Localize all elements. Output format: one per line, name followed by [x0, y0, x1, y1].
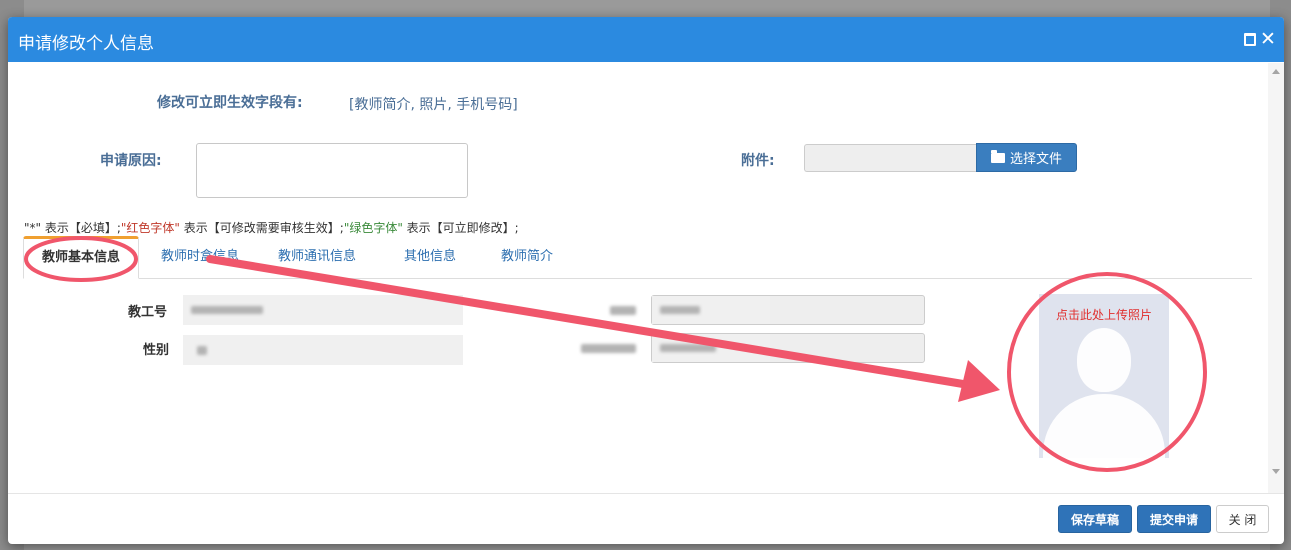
- close-button[interactable]: 关 闭: [1216, 505, 1269, 533]
- avatar-placeholder-head: [1077, 328, 1131, 392]
- photo-upload-text: 点击此处上传照片: [1055, 308, 1152, 322]
- instant-fields-label: 修改可立即生效字段有:: [157, 95, 303, 111]
- gender-value: [183, 335, 463, 365]
- gender-label: 性别: [143, 343, 170, 358]
- attachment-filename-field[interactable]: [804, 144, 976, 172]
- choose-file-button[interactable]: 选择文件: [976, 143, 1077, 172]
- photo-upload[interactable]: 点击此处上传照片: [1039, 294, 1169, 458]
- tab-other-info[interactable]: 其他信息: [392, 236, 468, 277]
- info-tabs: 教师基本信息 教师时盒信息 教师通讯信息 其他信息 教师简介: [23, 236, 1252, 279]
- submit-button[interactable]: 提交申请: [1137, 505, 1211, 533]
- obscured-label-1: [610, 306, 636, 315]
- reason-input[interactable]: [196, 143, 468, 198]
- reason-label: 申请原因:: [100, 153, 162, 169]
- legend-required: "*" 表示【必填】;: [24, 221, 121, 235]
- field-legend: "*" 表示【必填】;"红色字体" 表示【可修改需要审核生效】;"绿色字体" 表…: [24, 219, 519, 236]
- scrollbar[interactable]: [1268, 63, 1284, 493]
- choose-file-label: 选择文件: [1009, 152, 1062, 167]
- edit-info-dialog: 申请修改个人信息 ✕ 修改可立即生效字段有: [教师简介, 照片, 手机号码] …: [8, 17, 1284, 544]
- obscured-label-2: [581, 344, 636, 353]
- tab-profile[interactable]: 教师简介: [487, 236, 567, 277]
- avatar-placeholder-body: [1043, 394, 1165, 458]
- annotation-arrow-head: [958, 360, 1000, 402]
- folder-open-icon: [990, 149, 1005, 163]
- close-icon[interactable]: ✕: [1260, 25, 1276, 53]
- maximize-icon[interactable]: [1244, 33, 1256, 46]
- scroll-up-arrow-icon[interactable]: [1272, 69, 1280, 74]
- tab-timebox-info[interactable]: 教师时盒信息: [145, 236, 255, 277]
- dialog-title: 申请修改个人信息: [18, 34, 154, 54]
- legend-instant: 表示【可立即修改】;: [402, 221, 519, 235]
- tab-basic-info[interactable]: 教师基本信息: [23, 236, 139, 279]
- staff-id-label: 教工号: [128, 305, 168, 320]
- dialog-header: 申请修改个人信息 ✕: [8, 17, 1284, 62]
- legend-red-text: "红色字体": [120, 221, 180, 235]
- scroll-down-arrow-icon[interactable]: [1272, 469, 1280, 474]
- footer-divider: [8, 493, 1284, 494]
- legend-review: 表示【可修改需要审核生效】;: [179, 221, 344, 235]
- legend-green-text: "绿色字体": [343, 221, 403, 235]
- tab-contact-info[interactable]: 教师通讯信息: [267, 236, 367, 277]
- instant-fields-value: [教师简介, 照片, 手机号码]: [349, 97, 518, 113]
- staff-id-value: [183, 295, 463, 325]
- obscured-value-2: [652, 334, 770, 362]
- attachment-label: 附件:: [741, 153, 775, 169]
- save-draft-button[interactable]: 保存草稿: [1058, 505, 1132, 533]
- obscured-value-1: [652, 296, 770, 324]
